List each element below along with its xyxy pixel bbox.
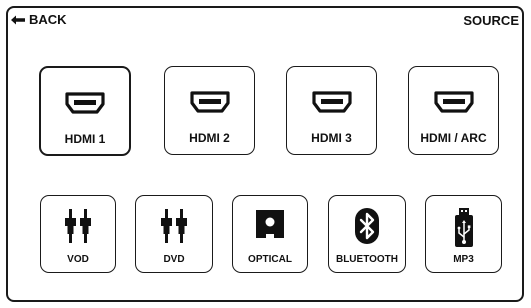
- hdmi-icon: [189, 91, 230, 113]
- source-label: BLUETOOTH: [335, 254, 399, 265]
- usb-icon: [454, 208, 473, 247]
- back-button[interactable]: BACK: [11, 12, 67, 27]
- optical-icon: [256, 210, 284, 238]
- hdmi-icon: [433, 91, 474, 113]
- source-label: HDMI 3: [311, 131, 352, 145]
- source-label: HDMI 2: [189, 131, 230, 145]
- source-hdmi-arc-button[interactable]: HDMI / ARC: [408, 66, 499, 155]
- source-label: VOD: [67, 254, 89, 265]
- arrow-left-icon: [11, 15, 25, 24]
- source-mp3-button[interactable]: MP3: [425, 195, 502, 273]
- bluetooth-icon: [355, 208, 379, 244]
- source-label: HDMI 1: [64, 132, 106, 146]
- page-title: SOURCE: [463, 13, 519, 28]
- rca-plug-icon: [161, 209, 187, 243]
- source-label: OPTICAL: [248, 254, 292, 265]
- source-label: HDMI / ARC: [420, 131, 487, 145]
- rca-plug-icon: [65, 209, 91, 243]
- source-vod-button[interactable]: VOD: [40, 195, 116, 273]
- source-label: DVD: [163, 254, 185, 265]
- hdmi-icon: [311, 91, 352, 113]
- source-optical-button[interactable]: OPTICAL: [232, 195, 308, 273]
- source-hdmi-3-button[interactable]: HDMI 3: [286, 66, 377, 155]
- source-hdmi-2-button[interactable]: HDMI 2: [164, 66, 255, 155]
- back-label: BACK: [29, 12, 67, 27]
- source-label: MP3: [453, 254, 474, 265]
- source-dvd-button[interactable]: DVD: [135, 195, 213, 273]
- source-hdmi-1-button[interactable]: HDMI 1: [39, 66, 131, 156]
- source-bluetooth-button[interactable]: BLUETOOTH: [328, 195, 406, 273]
- hdmi-icon: [65, 92, 105, 114]
